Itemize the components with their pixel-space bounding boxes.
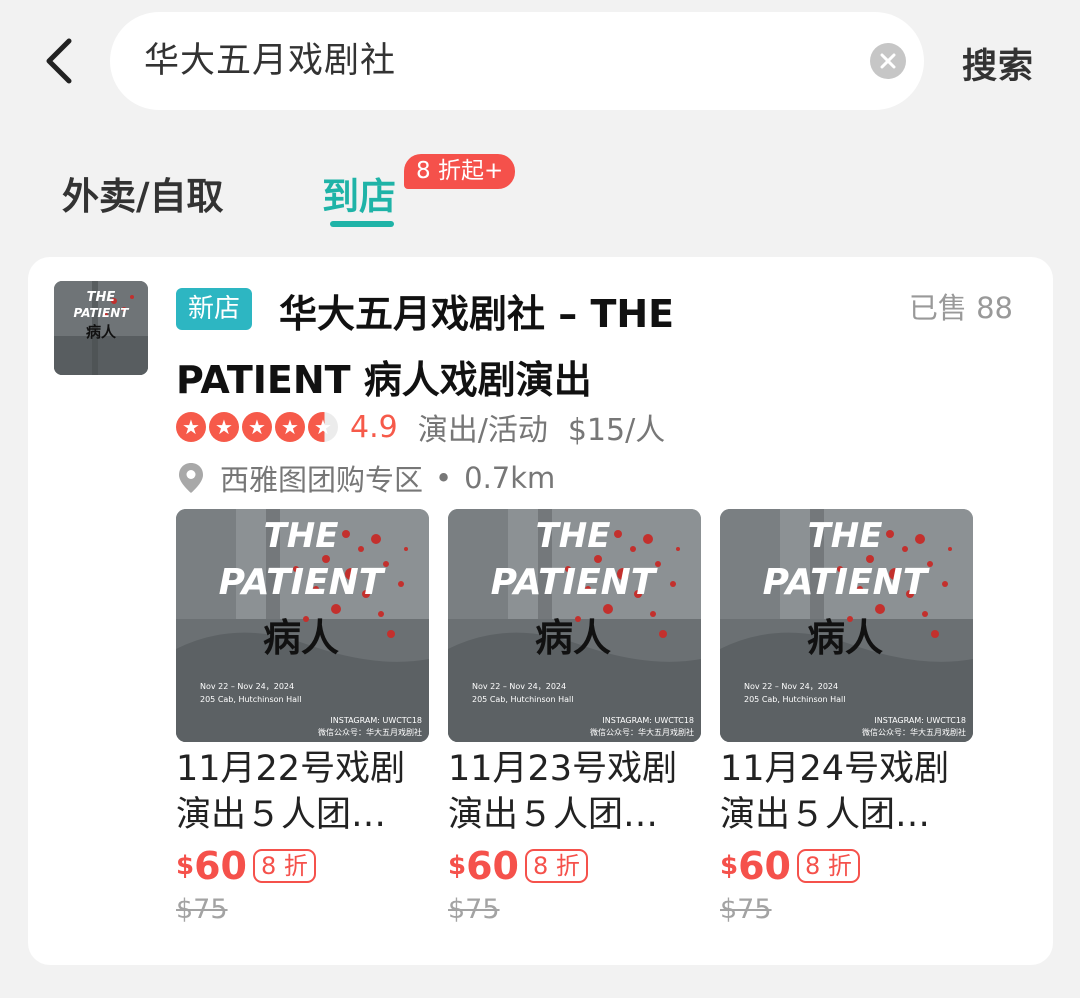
location-text: 西雅图团购专区 (220, 463, 424, 497)
location-pin-icon (179, 463, 203, 493)
original-price: $75 (176, 894, 228, 925)
tab-delivery[interactable]: 外卖/自取 (62, 166, 224, 220)
deal-price-row: $ 60 8 折 (720, 844, 973, 888)
currency-symbol: $ (448, 851, 467, 881)
poster-venue: 205 Cab, Hutchinson Hall (472, 695, 574, 704)
poster-line-2: PATIENT (219, 562, 386, 603)
poster-venue: 205 Cab, Hutchinson Hall (744, 695, 846, 704)
deal-title-line-2: 演出５人团… (176, 795, 387, 835)
new-store-badge: 新店 (176, 288, 253, 330)
poster-line-2: PATIENT (491, 562, 658, 603)
poster-line-2: PATIENT (763, 562, 930, 603)
rating-score: 4.9 (350, 409, 398, 445)
poster-instagram: INSTAGRAM: UWCTC18 (874, 716, 966, 725)
separator-dot: • (435, 461, 453, 495)
poster-date: Nov 22 – Nov 24，2024 (200, 682, 294, 691)
poster-graphic: THE PATIENT 病人 Nov 22 – Nov 24，2024 205 … (448, 509, 701, 742)
price-per-person: $15/人 (567, 413, 666, 448)
store-thumbnail[interactable]: THE PATIENT 病人 (54, 281, 148, 375)
poster-line-1: THE (264, 516, 339, 556)
close-icon (880, 53, 896, 69)
search-query-text: 华大五月戏剧社 (144, 41, 397, 81)
poster-line-3: 病人 (807, 616, 883, 660)
poster-wechat: 微信公众号：华大五月戏剧社 (318, 727, 422, 737)
deal-card[interactable]: THE PATIENT 病人 Nov 22 – Nov 24，2024 205 … (176, 509, 429, 925)
deal-card[interactable]: THE PATIENT 病人 Nov 22 – Nov 24，2024 205 … (720, 509, 973, 925)
store-category: 演出/活动 (417, 413, 548, 448)
poster-instagram: INSTAGRAM: UWCTC18 (330, 716, 422, 725)
poster-graphic: THE PATIENT 病人 Nov 22 – Nov 24，2024 205 … (176, 509, 429, 742)
location-row: 西雅图团购专区 • 0.7km (176, 457, 555, 499)
poster-graphic: THE PATIENT 病人 Nov 22 – Nov 24，2024 205 … (720, 509, 973, 742)
poster-line-3: 病人 (263, 616, 339, 660)
deal-title-line-2: 演出５人团… (448, 795, 659, 835)
original-price: $75 (720, 894, 772, 925)
store-poster-image: THE PATIENT 病人 (54, 281, 148, 375)
store-title[interactable]: 华大五月戏剧社 – THE PATIENT 病人戏剧演出 (176, 281, 796, 413)
deal-title-line-1: 11月22号戏剧 (176, 749, 406, 789)
sold-count: 已售 88 (908, 291, 1013, 325)
deal-title-line-1: 11月24号戏剧 (720, 749, 950, 789)
poster-line-3: 病人 (535, 616, 611, 660)
deal-price: 60 (466, 844, 519, 888)
star-icon: ★ (242, 412, 272, 442)
back-button[interactable] (36, 36, 80, 86)
chevron-left-icon (46, 38, 72, 84)
half-star-icon: ★ (308, 412, 338, 442)
promo-badge: 8 折起+ (404, 154, 516, 189)
deal-title-line-1: 11月23号戏剧 (448, 749, 678, 789)
star-icon: ★ (209, 412, 239, 442)
poster-instagram: INSTAGRAM: UWCTC18 (602, 716, 694, 725)
discount-badge: 8 折 (252, 849, 316, 883)
poster-date: Nov 22 – Nov 24，2024 (472, 682, 566, 691)
deal-card[interactable]: THE PATIENT 病人 Nov 22 – Nov 24，2024 205 … (448, 509, 701, 925)
poster-date: Nov 22 – Nov 24，2024 (744, 682, 838, 691)
thumb-line-3: 病人 (86, 323, 117, 341)
deal-poster-image: THE PATIENT 病人 Nov 22 – Nov 24，2024 205 … (448, 509, 701, 742)
deal-price-row: $ 60 8 折 (448, 844, 701, 888)
poster-wechat: 微信公众号：华大五月戏剧社 (862, 727, 966, 737)
original-price: $75 (448, 894, 500, 925)
poster-wechat: 微信公众号：华大五月戏剧社 (590, 727, 694, 737)
discount-badge: 8 折 (524, 849, 588, 883)
clear-search-button[interactable] (870, 43, 906, 79)
deal-poster-image: THE PATIENT 病人 Nov 22 – Nov 24，2024 205 … (176, 509, 429, 742)
star-rating: ★ ★ ★ ★ ★ (176, 412, 338, 442)
thumb-line-2: PATIENT (74, 306, 130, 320)
distance-text: 0.7km (464, 461, 556, 495)
currency-symbol: $ (720, 851, 739, 881)
poster-line-1: THE (808, 516, 883, 556)
tab-instore[interactable]: 到店 (322, 166, 396, 220)
deal-price: 60 (194, 844, 247, 888)
deal-poster-image: THE PATIENT 病人 Nov 22 – Nov 24，2024 205 … (720, 509, 973, 742)
search-input[interactable]: 华大五月戏剧社 (110, 12, 924, 110)
deal-price: 60 (738, 844, 791, 888)
rating-row: ★ ★ ★ ★ ★ 4.9 演出/活动 $15/人 (176, 407, 666, 448)
deal-title-line-2: 演出５人团… (720, 795, 931, 835)
deal-price-row: $ 60 8 折 (176, 844, 429, 888)
poster-line-1: THE (536, 516, 611, 556)
thumb-line-1: THE (87, 290, 116, 305)
discount-badge: 8 折 (796, 849, 860, 883)
search-button[interactable]: 搜索 (962, 38, 1034, 89)
store-card[interactable]: THE PATIENT 病人 华大五月戏剧社 – THE PATIENT 病人戏… (28, 257, 1053, 965)
active-tab-indicator (330, 221, 394, 227)
star-icon: ★ (275, 412, 305, 442)
star-icon: ★ (176, 412, 206, 442)
poster-venue: 205 Cab, Hutchinson Hall (200, 695, 302, 704)
currency-symbol: $ (176, 851, 195, 881)
